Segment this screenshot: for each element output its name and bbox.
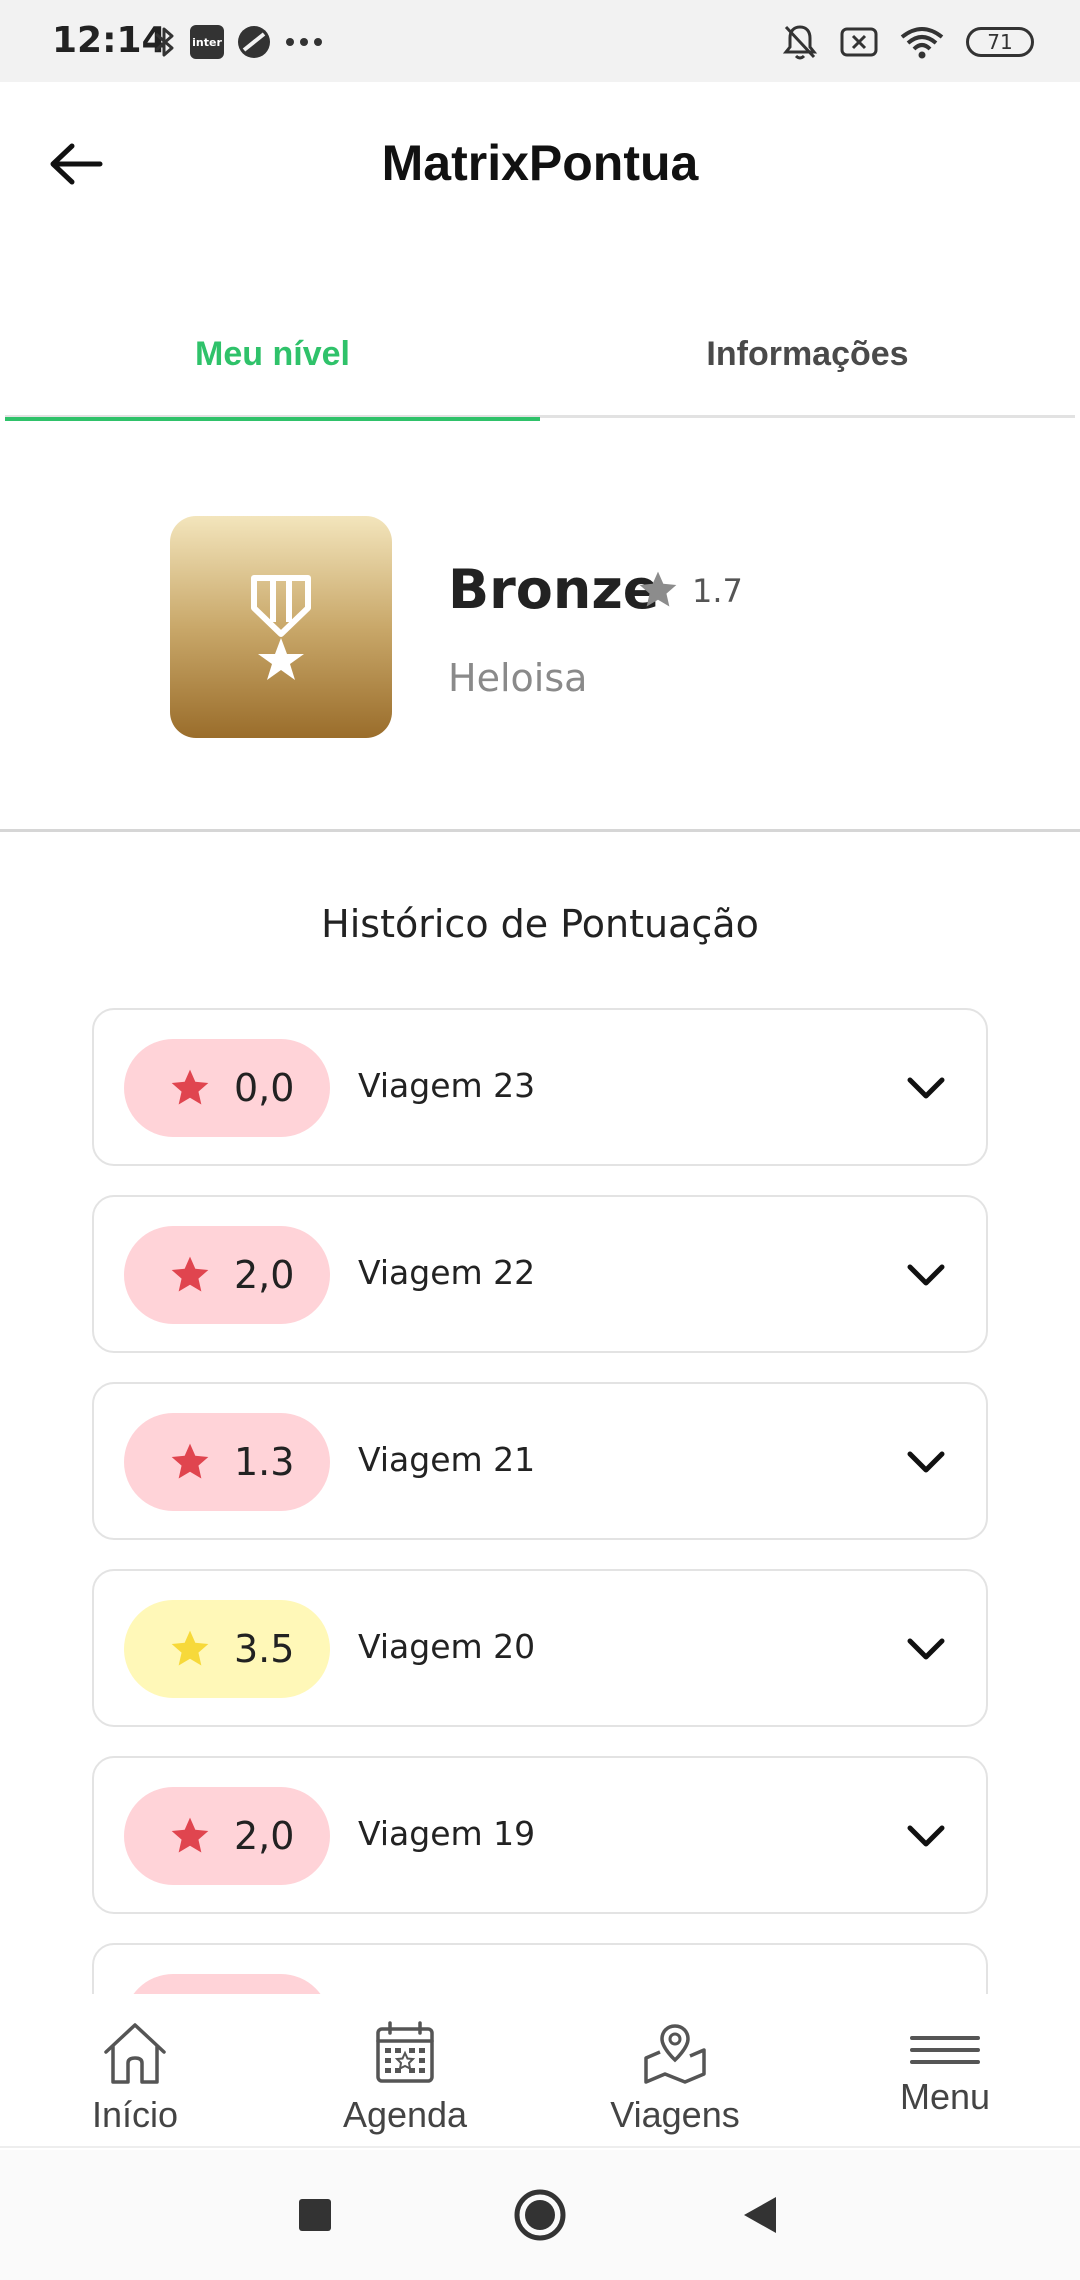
nav-menu[interactable]: Menu: [810, 1994, 1080, 2148]
star-icon: [171, 1069, 209, 1105]
level-score: 1.7: [692, 572, 743, 610]
score-value: 1.3: [234, 1440, 295, 1484]
chevron-down-icon[interactable]: [900, 1062, 952, 1114]
nav-label: Início: [91, 2094, 179, 2135]
circle-icon: [514, 2189, 566, 2241]
bluetooth-icon: [155, 27, 174, 57]
trip-label: Viagem 19: [358, 1814, 536, 1853]
back-nav-button[interactable]: [725, 2180, 795, 2250]
status-right-icons: 71: [782, 22, 1034, 62]
calendar-icon: [376, 2021, 434, 2083]
triangle-back-icon: [744, 2197, 776, 2233]
history-item-viagem-22[interactable]: 2,0 Viagem 22: [92, 1195, 988, 1353]
score-pill: [124, 1974, 330, 1994]
score-pill: 3.5: [124, 1600, 330, 1698]
level-name: Bronze: [448, 558, 660, 621]
star-icon: [639, 571, 677, 607]
score-pill: 2,0: [124, 1226, 330, 1324]
trip-label: Viagem 21: [358, 1440, 536, 1479]
medal-badge: [170, 516, 392, 738]
score-pill: 0,0: [124, 1039, 330, 1137]
history-list: 0,0 Viagem 23 2,0 Viagem 22 1.3 Viagem 2…: [92, 1008, 988, 1994]
app-header: MatrixPontua: [0, 82, 1080, 242]
score-value: 3.5: [234, 1627, 295, 1671]
level-card: Bronze 1.7 Heloisa: [0, 418, 1080, 832]
tab-bar: Meu nível Informações: [5, 300, 1075, 421]
circle-slash-icon: [238, 26, 270, 58]
trip-label: Viagem 23: [358, 1066, 536, 1105]
score-pill: 1.3: [124, 1413, 330, 1511]
nav-inicio[interactable]: Início: [0, 1994, 270, 2148]
star-icon: [171, 1256, 209, 1292]
bottom-nav: Início Agenda Viagens Menu: [0, 1994, 1080, 2148]
map-pin-icon: [644, 2024, 706, 2084]
nav-label: Menu: [899, 2076, 991, 2117]
chevron-down-icon[interactable]: [900, 1810, 952, 1862]
score-value: 2,0: [234, 1253, 295, 1297]
bell-off-icon: [782, 25, 818, 60]
tab-meu-nivel[interactable]: Meu nível: [5, 300, 540, 421]
history-item-viagem-21[interactable]: 1.3 Viagem 21: [92, 1382, 988, 1540]
sim-x-icon: [840, 27, 878, 57]
nav-agenda[interactable]: Agenda: [270, 1994, 540, 2148]
trip-label: Viagem 22: [358, 1253, 536, 1292]
score-value: 0,0: [234, 1066, 295, 1110]
status-bar: 12:14 inter 71: [0, 0, 1080, 82]
home-button[interactable]: [505, 2180, 575, 2250]
star-icon: [171, 1443, 209, 1479]
recent-apps-button[interactable]: [280, 2180, 350, 2250]
score-pill: 2,0: [124, 1787, 330, 1885]
page-title: MatrixPontua: [381, 135, 699, 191]
chevron-down-icon[interactable]: [900, 1249, 952, 1301]
history-item-viagem-23[interactable]: 0,0 Viagem 23: [92, 1008, 988, 1166]
history-item-viagem-20[interactable]: 3.5 Viagem 20: [92, 1569, 988, 1727]
chevron-down-icon[interactable]: [900, 1623, 952, 1675]
score-value: 2,0: [234, 1814, 295, 1858]
history-title: Histórico de Pontuação: [321, 902, 759, 946]
nav-label: Viagens: [610, 2094, 740, 2135]
medal-icon: [251, 575, 311, 680]
status-left-icons: inter: [152, 22, 324, 62]
square-icon: [299, 2199, 331, 2231]
nav-viagens[interactable]: Viagens: [540, 1994, 810, 2148]
system-nav-bar: [0, 2150, 1080, 2280]
trip-label: Viagem 20: [358, 1627, 536, 1666]
user-name: Heloisa: [448, 656, 588, 700]
chevron-down-icon[interactable]: [900, 1436, 952, 1488]
status-time: 12:14: [52, 20, 167, 61]
nav-label: Agenda: [342, 2094, 468, 2135]
tab-informacoes[interactable]: Informações: [540, 300, 1075, 418]
wifi-icon: [900, 27, 944, 59]
inter-app-icon: inter: [190, 25, 224, 59]
star-icon: [171, 1817, 209, 1853]
history-item-partial[interactable]: [92, 1943, 988, 1994]
more-dots-icon: [286, 38, 322, 46]
home-icon: [104, 2023, 166, 2084]
history-item-viagem-19[interactable]: 2,0 Viagem 19: [92, 1756, 988, 1914]
star-icon: [171, 1630, 209, 1666]
battery-icon: 71: [966, 27, 1034, 57]
